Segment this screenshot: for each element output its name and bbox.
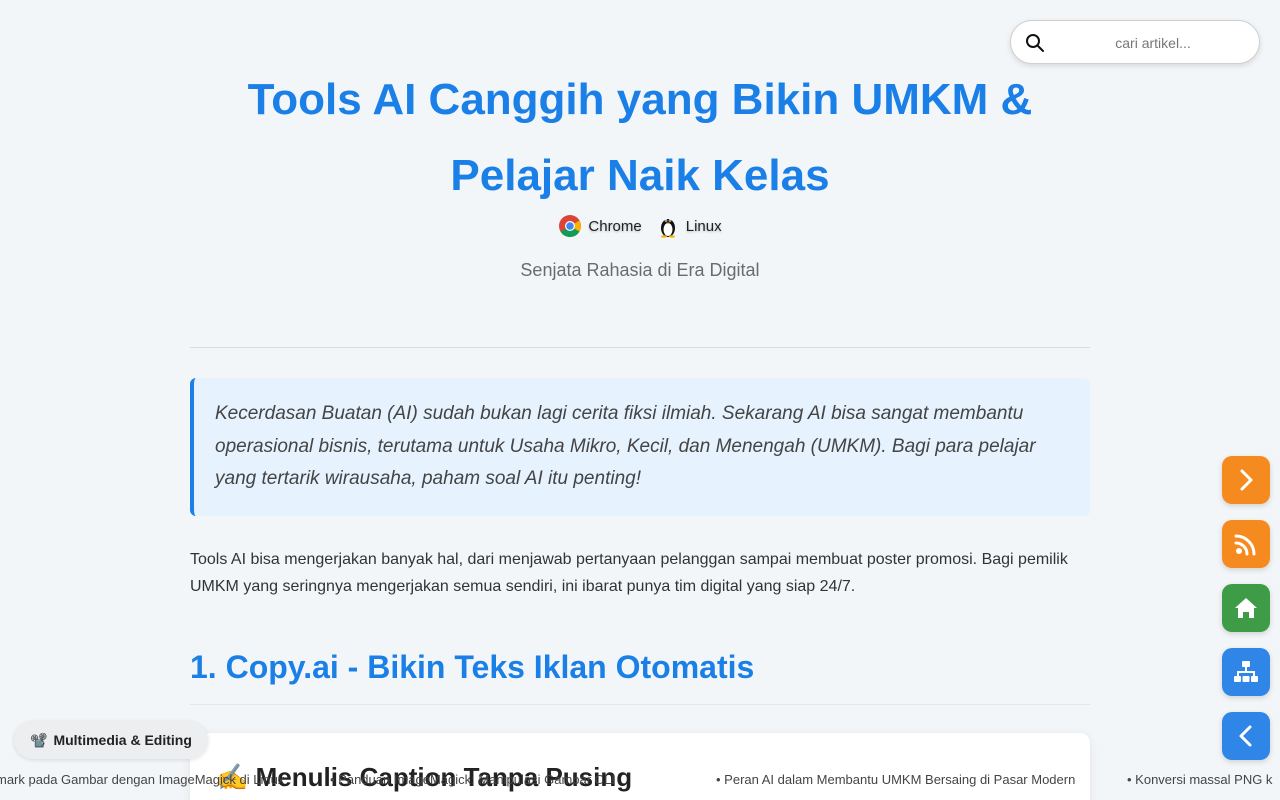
platform-chrome: Chrome [558, 214, 642, 238]
sitemap-button[interactable] [1222, 648, 1270, 696]
search-input[interactable] [1055, 29, 1251, 57]
home-button[interactable] [1222, 584, 1270, 632]
news-ticker: mark pada Gambar dengan ImageMagick di L… [0, 770, 1280, 790]
platform-label: Linux [685, 217, 722, 235]
chevron-right-icon [1240, 469, 1253, 491]
ticker-item[interactable]: • Konversi massal PNG k [1127, 772, 1272, 787]
intro-paragraph: Tools AI bisa mengerjakan banyak hal, da… [190, 551, 1068, 595]
rss-feed-button[interactable] [1222, 520, 1270, 568]
page-title: Tools AI Canggih yang Bikin UMKM & Pelaj… [247, 75, 1033, 200]
sitemap-icon [1234, 661, 1258, 682]
rss-icon [1234, 534, 1256, 556]
callout-text: Kecerdasan Buatan (AI) sudah bukan lagi … [215, 403, 1036, 489]
film-projector-icon: 📽️ [30, 731, 48, 748]
chevron-left-icon [1239, 725, 1252, 747]
linux-tux-icon [660, 219, 675, 238]
section-divider [190, 704, 1090, 705]
search-icon [1026, 34, 1044, 52]
ticker-item[interactable]: mark pada Gambar dengan ImageMagick di L… [0, 772, 284, 787]
ticker-item[interactable]: • Panduan ImageMagick: Manipulasi Gambar… [330, 772, 615, 787]
section-heading: 1. Copy.ai - Bikin Teks Iklan Otomatis [190, 649, 755, 685]
home-icon [1235, 598, 1257, 618]
platform-linux: Linux [656, 214, 722, 238]
next-article-button[interactable] [1222, 456, 1270, 504]
category-pill[interactable]: 📽️ Multimedia & Editing [14, 721, 208, 759]
previous-article-button[interactable] [1222, 712, 1270, 760]
category-label: Multimedia & Editing [53, 732, 192, 748]
chrome-icon [559, 215, 582, 237]
ticker-item[interactable]: • Peran AI dalam Membantu UMKM Bersaing … [716, 772, 1075, 787]
platform-badges: Chrome Linux [190, 214, 1090, 238]
header-divider [190, 347, 1090, 348]
intro-callout: Kecerdasan Buatan (AI) sudah bukan lagi … [190, 378, 1090, 516]
search-box[interactable] [1010, 20, 1260, 64]
platform-label: Chrome [588, 217, 642, 235]
page-subtitle: Senjata Rahasia di Era Digital [520, 260, 760, 280]
